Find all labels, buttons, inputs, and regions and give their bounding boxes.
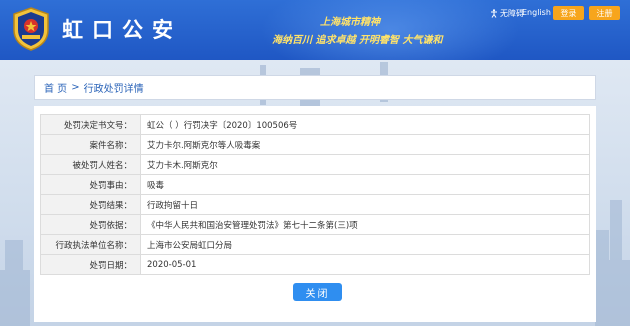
slogan-line-2: 海纳百川 追求卓越 开明睿智 大气谦和 <box>272 35 443 46</box>
english-link[interactable]: English <box>522 8 551 17</box>
field-label: 处罚日期： <box>40 254 141 275</box>
police-emblem-icon[interactable] <box>8 6 54 52</box>
breadcrumb-home[interactable]: 首 页 <box>44 80 67 95</box>
field-value: 2020-05-01 <box>140 254 590 275</box>
accessibility-icon <box>491 9 497 18</box>
field-label: 处罚决定书文号： <box>40 114 141 135</box>
table-row: 行政执法单位名称： 上海市公安局虹口分局 <box>40 234 590 255</box>
breadcrumb-current: 行政处罚详情 <box>83 84 144 95</box>
field-label: 处罚依据： <box>40 214 141 235</box>
table-row: 被处罚人姓名： 艾力卡木.阿斯克尔 <box>40 154 590 175</box>
register-button[interactable]: 注册 <box>589 6 620 20</box>
field-label: 处罚结果： <box>40 194 141 215</box>
table-row: 处罚结果： 行政拘留十日 <box>40 194 590 215</box>
field-value: 艾力卡尔.阿斯克尔等人吸毒案 <box>140 134 590 155</box>
field-value: 吸毒 <box>140 174 590 195</box>
accessibility-label: 无障碍 <box>500 9 524 18</box>
field-label: 处罚事由： <box>40 174 141 195</box>
login-button[interactable]: 登录 <box>553 6 584 20</box>
breadcrumb-separator: > <box>71 82 80 93</box>
field-label: 行政执法单位名称： <box>40 234 141 255</box>
field-value: 上海市公安局虹口分局 <box>140 234 590 255</box>
breadcrumb: 首 页 > 行政处罚详情 <box>34 75 596 100</box>
field-value: 艾力卡木.阿斯克尔 <box>140 154 590 175</box>
site-title[interactable]: 虹口公安 <box>62 14 182 44</box>
table-row: 处罚依据： 《中华人民共和国治安管理处罚法》第七十二条第(三)项 <box>40 214 590 235</box>
field-label: 被处罚人姓名： <box>40 154 141 175</box>
field-value: 行政拘留十日 <box>140 194 590 215</box>
slogan-line-1: 上海城市精神 <box>320 17 380 28</box>
field-value: 《中华人民共和国治安管理处罚法》第七十二条第(三)项 <box>140 214 590 235</box>
table-row: 处罚决定书文号： 虹公（ ）行罚决字〔2020〕100506号 <box>40 114 590 135</box>
accessibility-link[interactable]: 无障碍 <box>490 8 524 19</box>
detail-table: 处罚决定书文号： 虹公（ ）行罚决字〔2020〕100506号 案件名称： 艾力… <box>40 114 590 275</box>
field-value: 虹公（ ）行罚决字〔2020〕100506号 <box>140 114 590 135</box>
header-glow <box>260 0 520 60</box>
field-label: 案件名称： <box>40 134 141 155</box>
site-header: 虹口公安 上海城市精神 海纳百川 追求卓越 开明睿智 大气谦和 无障碍 Engl… <box>0 0 630 60</box>
table-row: 案件名称： 艾力卡尔.阿斯克尔等人吸毒案 <box>40 134 590 155</box>
table-row: 处罚事由： 吸毒 <box>40 174 590 195</box>
table-row: 处罚日期： 2020-05-01 <box>40 254 590 275</box>
close-button[interactable]: 关闭 <box>293 283 342 301</box>
